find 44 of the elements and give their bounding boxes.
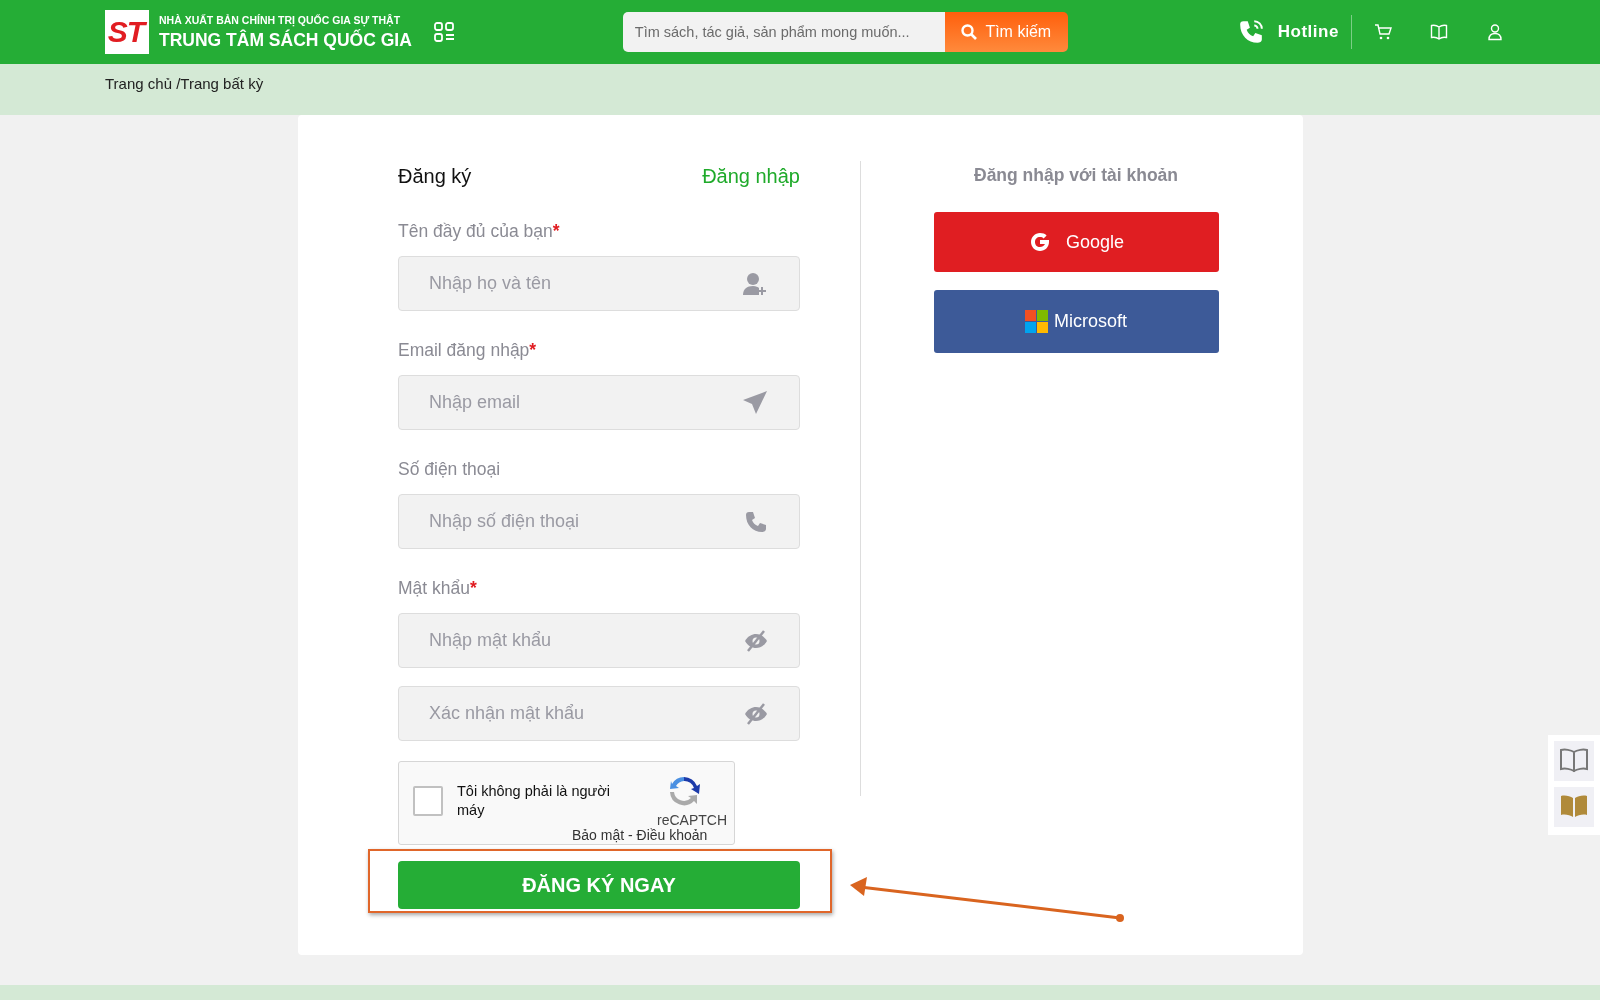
search-button[interactable]: Tìm kiếm (944, 12, 1068, 52)
book-outline-icon[interactable] (1554, 741, 1594, 781)
cart-icon[interactable] (1373, 23, 1392, 41)
input-field[interactable]: Nhập số điện thoại (398, 494, 800, 549)
register-button[interactable]: ĐĂNG KÝ NGAY (398, 861, 800, 909)
search-field[interactable]: Tìm sách, tác giả, sản phẩm mong muốn... (622, 12, 945, 52)
required-asterisk: * (529, 340, 537, 361)
book-filled-icon[interactable] (1554, 787, 1594, 827)
required-asterisk: * (470, 578, 477, 599)
field-label: Mật khẩu (398, 578, 470, 599)
social-login-title: Đăng nhập với tài khoản (974, 165, 1178, 186)
site-name: TRUNG TÂM SÁCH QUỐC GIA (159, 29, 412, 51)
input-field[interactable]: Nhập mật khẩu (398, 613, 800, 668)
captcha-label: Tôi không phải là người máy (457, 782, 612, 820)
required-asterisk: * (552, 221, 560, 242)
field-label: Tên đầy đủ của bạn (398, 221, 553, 242)
input-field[interactable]: Nhập email (398, 375, 800, 430)
search-icon (961, 24, 978, 40)
publisher-name: NHÀ XUẤT BẢN CHÍNH TRỊ QUỐC GIA SỰ THẬT (159, 13, 402, 26)
hidden-eye-icon (744, 702, 768, 725)
field-label: Số điện thoại (398, 459, 501, 480)
phone-icon[interactable] (1237, 19, 1264, 45)
form-tab[interactable]: Đăng nhập (702, 165, 800, 188)
field-label: Email đăng nhập (398, 340, 530, 361)
four-squares-icon (1025, 310, 1048, 333)
hidden-eye-icon (744, 629, 768, 652)
form-tab[interactable]: Đăng ký (398, 165, 472, 188)
google-login-button[interactable]: Google (933, 212, 1219, 272)
send-icon (742, 389, 768, 416)
input-field[interactable]: Xác nhận mật khẩu (398, 686, 800, 741)
privacy-terms-link[interactable]: Bảo mật - Điều khoản (572, 827, 708, 843)
captcha-arrows-icon (667, 774, 701, 808)
input-field[interactable]: Nhập họ và tên (398, 256, 800, 311)
phone-icon (744, 509, 768, 534)
microsoft-login-button[interactable]: Microsoft (933, 290, 1219, 353)
captcha-checkbox[interactable] (413, 786, 443, 816)
logo-mark[interactable]: ST (105, 10, 149, 54)
captcha-brand: reCAPTCH (657, 812, 727, 828)
user-icon[interactable] (1485, 23, 1504, 41)
hotline-link[interactable]: Hotline (1277, 22, 1339, 42)
breadcrumb[interactable]: Trang chủ /Trang bất kỳ (105, 75, 264, 92)
grid-menu-icon[interactable] (433, 22, 456, 42)
add-user-icon (742, 270, 768, 297)
book-icon[interactable] (1429, 23, 1448, 41)
